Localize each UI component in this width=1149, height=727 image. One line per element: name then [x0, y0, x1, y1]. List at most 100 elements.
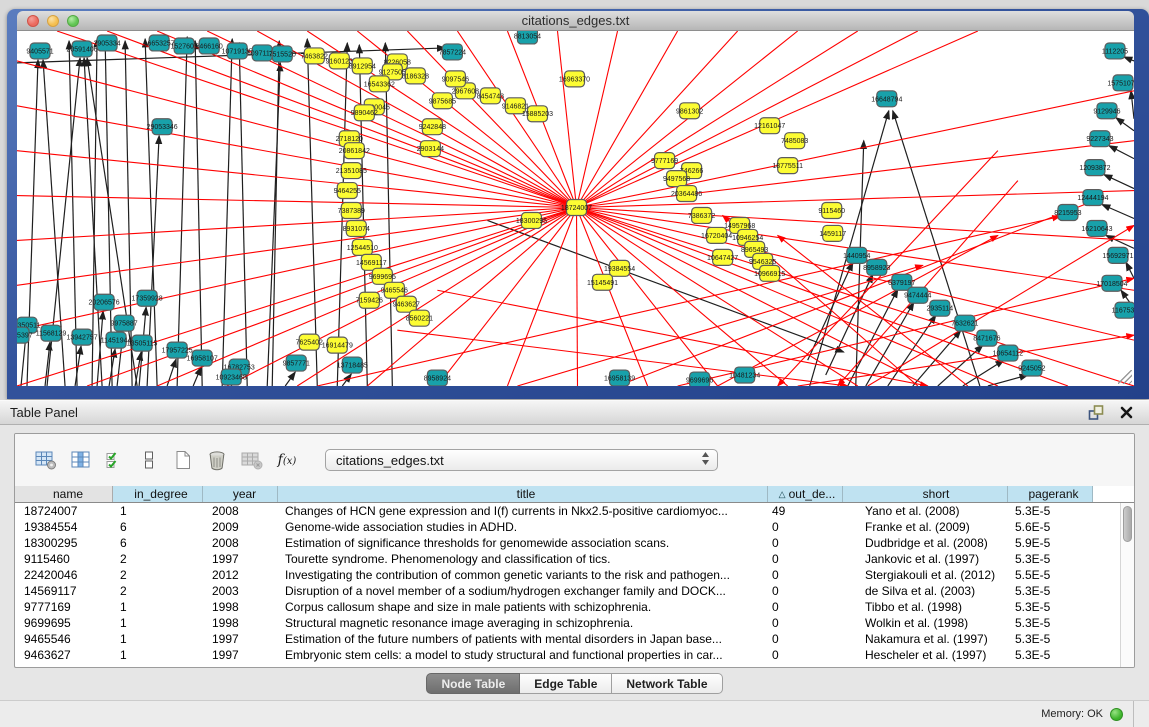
table-row[interactable]: 911546021997Tourette syndrome. Phenomeno…	[15, 551, 1134, 567]
graph-node[interactable]: 9857771	[283, 355, 310, 371]
graph-node[interactable]: 15751074	[1107, 75, 1134, 91]
graph-node[interactable]: 8186328	[402, 68, 429, 84]
graph-node[interactable]: 9227343	[1086, 131, 1113, 147]
graph-node[interactable]: 9464255	[334, 183, 361, 199]
scrollbar-thumb[interactable]	[1123, 506, 1132, 542]
graph-node[interactable]: 16648794	[871, 91, 902, 107]
column-header-pagerank[interactable]: pagerank	[1008, 486, 1093, 502]
table-row[interactable]: 1872400712008Changes of HCN gene express…	[15, 503, 1134, 519]
table-row[interactable]: 969969511998Structural magnetic resonanc…	[15, 615, 1134, 631]
graph-node[interactable]: 16958139	[604, 370, 635, 386]
graph-node[interactable]: 1440954	[843, 247, 870, 263]
table-row[interactable]: 1938455462009Genome-wide association stu…	[15, 519, 1134, 535]
graph-node[interactable]: 1459117	[819, 225, 846, 241]
table-row[interactable]: 946554611997Estimation of the future num…	[15, 631, 1134, 647]
graph-node[interactable]: 9975887	[110, 315, 137, 331]
graph-node[interactable]: 9861302	[676, 103, 703, 119]
graph-node[interactable]: 7632621	[951, 315, 978, 331]
network-canvas[interactable]: 1872400774638229160123891295482260589127…	[17, 31, 1134, 386]
column-header-year[interactable]: year	[203, 486, 278, 502]
graph-node[interactable]: 6466160	[196, 38, 223, 54]
graph-node[interactable]: 7159426	[356, 292, 383, 308]
graph-node[interactable]: 9474444	[904, 287, 931, 303]
graph-node[interactable]: 10481234	[729, 367, 760, 383]
graph-node[interactable]: 7515520	[269, 46, 296, 62]
graph-node[interactable]: 1527607	[171, 38, 198, 54]
graph-node[interactable]: 8958924	[424, 370, 451, 386]
table-cell: 1997	[203, 552, 278, 566]
zoom-button[interactable]	[67, 15, 79, 27]
function-builder-icon[interactable]: f(x)	[277, 452, 297, 468]
graph-node[interactable]: 8454743	[477, 88, 504, 104]
graph-node[interactable]: 9115460	[818, 203, 845, 219]
graph-node[interactable]: 18775511	[772, 158, 803, 174]
graph-node[interactable]: 12161047	[754, 118, 785, 134]
graph-node[interactable]: 1167533	[1112, 302, 1134, 318]
graph-node[interactable]: 8912954	[349, 58, 376, 74]
graph-node[interactable]: 2935114	[926, 300, 953, 316]
network-graph[interactable]: 1872400774638229160123891295482260589127…	[17, 31, 1134, 386]
graph-node[interactable]: 9242848	[419, 119, 446, 135]
graph-node[interactable]: 29053346	[147, 119, 178, 135]
column-header-out_de[interactable]: △out_de...	[768, 486, 843, 502]
table-scrollbar[interactable]	[1120, 503, 1134, 667]
new-table-icon[interactable]	[173, 450, 193, 470]
graph-node[interactable]: 7625402	[296, 334, 323, 350]
graph-node[interactable]: 9699696	[686, 372, 713, 386]
table-row[interactable]: 1456911722003Disruption of a novel membe…	[15, 583, 1134, 599]
graph-node[interactable]: 8215953	[1054, 205, 1081, 221]
graph-node[interactable]: 8471676	[973, 330, 1000, 346]
minimize-button[interactable]	[47, 15, 59, 27]
graph-node[interactable]: 7857224	[439, 44, 466, 60]
graph-node[interactable]: 10654112	[993, 345, 1024, 361]
graph-node[interactable]: 16914479	[322, 337, 353, 353]
graph-node[interactable]: 1112205	[1102, 43, 1128, 59]
row-height-icon[interactable]	[139, 450, 159, 470]
close-button[interactable]	[27, 15, 39, 27]
column-header-name[interactable]: name	[15, 486, 113, 502]
graph-node[interactable]: 8560221	[406, 310, 433, 326]
graph-node[interactable]: 9777169	[651, 153, 678, 169]
graph-node[interactable]: 9245052	[1018, 360, 1045, 376]
table-row[interactable]: 946362711997Embryonic stem cells: a mode…	[15, 647, 1134, 663]
select-columns-icon[interactable]	[105, 450, 125, 470]
window-titlebar[interactable]: citations_edges.txt	[17, 11, 1134, 31]
graph-node[interactable]: 16210643	[1081, 220, 1112, 236]
column-header-title[interactable]: title	[278, 486, 768, 502]
graph-node[interactable]: 15692971	[1102, 247, 1133, 263]
tab-network-table[interactable]: Network Table	[612, 673, 722, 694]
graph-node[interactable]: 2903144	[417, 141, 444, 157]
resize-grip-icon[interactable]	[1118, 370, 1132, 384]
graph-node[interactable]: 8958923	[863, 259, 890, 275]
graph-node[interactable]: 2905334	[93, 35, 120, 51]
table-source-select[interactable]: citations_edges.txt	[325, 449, 718, 471]
show-column-icon[interactable]	[71, 450, 91, 470]
table-row[interactable]: 1830029562008Estimation of significance …	[15, 535, 1134, 551]
graph-node[interactable]: 20364486	[671, 186, 702, 202]
tab-edge-table[interactable]: Edge Table	[520, 673, 612, 694]
graph-node[interactable]: 9405571	[26, 43, 53, 59]
delete-icon[interactable]	[207, 450, 227, 471]
graph-node[interactable]: 7386372	[688, 208, 715, 224]
graph-node[interactable]: 12544510	[347, 239, 378, 255]
column-header-short[interactable]: short	[843, 486, 1008, 502]
tab-node-table[interactable]: Node Table	[426, 673, 520, 694]
table-row[interactable]: 2242004622012Investigating the contribut…	[15, 567, 1134, 583]
graph-node[interactable]: 9129946	[1093, 103, 1120, 119]
float-panel-icon[interactable]	[1088, 405, 1104, 420]
graph-node[interactable]: 12093872	[1079, 160, 1110, 176]
graph-node[interactable]: 7387389	[338, 203, 365, 219]
graph-node[interactable]: 13718485	[337, 357, 368, 373]
column-header-in_degree[interactable]: in_degree	[113, 486, 203, 502]
graph-node[interactable]: 9497568	[663, 171, 690, 187]
graph-node[interactable]: 7485083	[781, 133, 808, 149]
graph-node[interactable]: 9890462	[351, 105, 378, 121]
graph-node[interactable]: 10647427	[707, 249, 738, 265]
graph-node[interactable]: 9097546	[442, 71, 469, 87]
table-row[interactable]: 977716911998Corpus callosum shape and si…	[15, 599, 1134, 615]
graph-node[interactable]: 8813054	[514, 31, 541, 44]
table-settings-icon[interactable]	[35, 450, 57, 470]
graph-node[interactable]: 7463822	[301, 48, 328, 64]
close-panel-icon[interactable]	[1120, 406, 1133, 419]
graph-node[interactable]: 8931074	[343, 220, 370, 236]
